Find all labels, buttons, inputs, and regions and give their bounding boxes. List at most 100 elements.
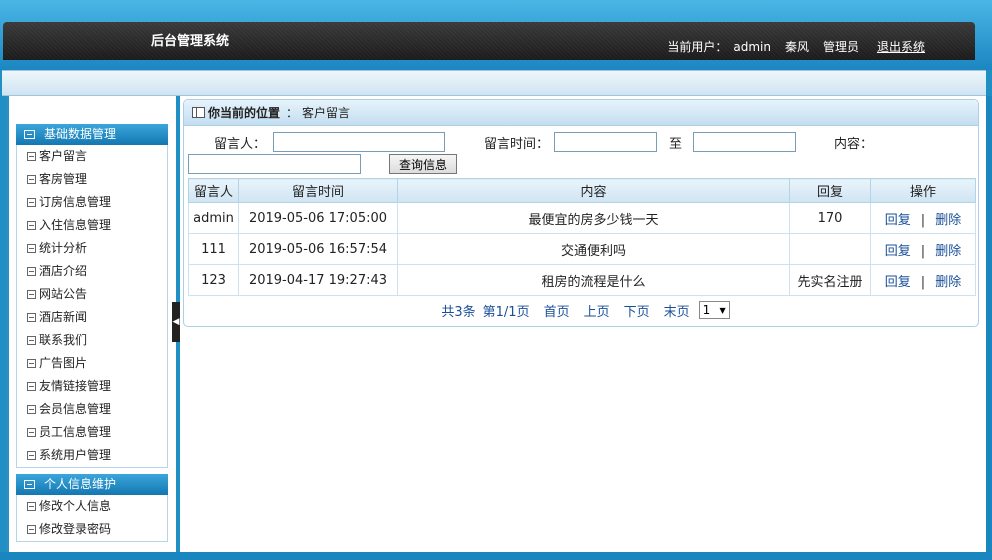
reply-link[interactable]: 回复 xyxy=(885,244,911,259)
sidebar-item-staff[interactable]: 员工信息管理 xyxy=(17,421,167,444)
bottom-frame xyxy=(0,552,992,560)
page-icon xyxy=(27,221,36,230)
username: admin xyxy=(733,40,771,54)
cell-author: admin xyxy=(188,202,239,234)
cell-time: 2019-05-06 16:57:54 xyxy=(238,233,398,265)
pager-first[interactable]: 首页 xyxy=(544,301,570,320)
page-icon xyxy=(27,405,36,414)
page-icon xyxy=(27,525,36,534)
sidebar-item-customer-messages[interactable]: 客户留言 xyxy=(17,145,167,168)
page-icon xyxy=(27,382,36,391)
page-select[interactable]: 1 ▼ xyxy=(698,301,730,319)
cell-author: 123 xyxy=(188,264,239,296)
page-icon xyxy=(27,502,36,511)
page-icon xyxy=(27,428,36,437)
logout-link[interactable]: 退出系统 xyxy=(877,40,925,54)
sidebar-item-label: 酒店新闻 xyxy=(39,310,88,324)
to-label: 至 xyxy=(669,137,683,152)
menu-group-personal: 个人信息维护 修改个人信息 修改登录密码 xyxy=(16,474,168,542)
time-to-input[interactable] xyxy=(693,132,796,152)
sidebar-item-statistics[interactable]: 统计分析 xyxy=(17,237,167,260)
breadcrumb-sep: ： xyxy=(286,105,299,120)
menu-list: 客户留言 客房管理 订房信息管理 入住信息管理 统计分析 酒店介绍 网站公告 酒… xyxy=(16,145,168,468)
delete-link[interactable]: 删除 xyxy=(935,213,961,228)
breadcrumb: 你当前的位置 ： 客户留言 xyxy=(184,100,978,126)
page-icon xyxy=(27,175,36,184)
sidebar-item-label: 广告图片 xyxy=(39,356,88,370)
pager-last[interactable]: 末页 xyxy=(664,301,690,320)
panel-icon xyxy=(24,480,35,489)
sidebar-item-label: 修改个人信息 xyxy=(39,499,112,513)
pager-next[interactable]: 下页 xyxy=(624,301,650,320)
table-header-row: 留言人 留言时间 内容 回复 操作 xyxy=(188,178,976,203)
sidebar-item-contact[interactable]: 联系我们 xyxy=(17,329,167,352)
sidebar-item-friend-links[interactable]: 友情链接管理 xyxy=(17,375,167,398)
table-row: 123 2019-04-17 19:27:43 租房的流程是什么 先实名注册 回… xyxy=(188,264,976,296)
sidebar-item-label: 会员信息管理 xyxy=(39,402,112,416)
menu-group-title: 个人信息维护 xyxy=(44,477,117,491)
triangle-left-icon: ◀ xyxy=(172,317,180,327)
top-frame: 后台管理系统 当前用户： admin 秦风 管理员 退出系统 xyxy=(0,0,992,70)
sidebar-item-edit-profile[interactable]: 修改个人信息 xyxy=(17,495,167,518)
sidebar-item-rooms[interactable]: 客房管理 xyxy=(17,168,167,191)
sidebar: 基础数据管理 客户留言 客房管理 订房信息管理 入住信息管理 统计分析 酒店介绍… xyxy=(6,96,176,552)
sidebar-item-label: 酒店介绍 xyxy=(39,264,88,278)
sidebar-item-label: 系统用户管理 xyxy=(39,448,112,462)
main-content: 你当前的位置 ： 客户留言 留言人： 留言时间： 至 内容： 查询信息 留言人 … xyxy=(180,96,986,552)
sidebar-item-members[interactable]: 会员信息管理 xyxy=(17,398,167,421)
sidebar-item-announcements[interactable]: 网站公告 xyxy=(17,283,167,306)
menu-group-title: 基础数据管理 xyxy=(44,127,117,141)
pager-prev[interactable]: 上页 xyxy=(584,301,610,320)
time-from-input[interactable] xyxy=(554,132,657,152)
page-icon xyxy=(27,290,36,299)
messages-table: 留言人 留言时间 内容 回复 操作 admin 2019-05-06 17:05… xyxy=(188,178,976,296)
delete-link[interactable]: 删除 xyxy=(935,275,961,290)
panel-icon xyxy=(24,130,35,139)
content-label: 内容： xyxy=(834,137,874,152)
table-row: admin 2019-05-06 17:05:00 最便宜的房多少钱一天 170… xyxy=(188,202,976,234)
sidebar-item-change-password[interactable]: 修改登录密码 xyxy=(17,518,167,541)
sidebar-item-label: 员工信息管理 xyxy=(39,425,112,439)
action-separator: | xyxy=(920,274,926,290)
sidebar-item-checkins[interactable]: 入住信息管理 xyxy=(17,214,167,237)
pagination: 共3条 第1/1页 首页 上页 下页 末页 1 ▼ xyxy=(184,296,980,324)
menu-list: 修改个人信息 修改登录密码 xyxy=(16,495,168,542)
sidebar-item-hotel-news[interactable]: 酒店新闻 xyxy=(17,306,167,329)
page-icon xyxy=(27,244,36,253)
page-icon xyxy=(27,267,36,276)
page-select-value: 1 xyxy=(702,303,711,317)
sidebar-item-label: 入住信息管理 xyxy=(39,218,112,232)
column-header-content: 内容 xyxy=(397,178,790,203)
sidebar-item-ad-images[interactable]: 广告图片 xyxy=(17,352,167,375)
sidebar-item-label: 友情链接管理 xyxy=(39,379,112,393)
reply-link[interactable]: 回复 xyxy=(885,275,911,290)
page-icon xyxy=(27,198,36,207)
sidebar-collapse-handle[interactable]: ◀ xyxy=(172,302,180,342)
cell-content: 最便宜的房多少钱一天 xyxy=(397,202,790,234)
delete-link[interactable]: 删除 xyxy=(935,244,961,259)
menu-group-header[interactable]: 个人信息维护 xyxy=(16,474,168,495)
sidebar-item-label: 客房管理 xyxy=(39,172,88,186)
page-icon xyxy=(27,451,36,460)
sidebar-item-system-users[interactable]: 系统用户管理 xyxy=(17,444,167,467)
sidebar-item-bookings[interactable]: 订房信息管理 xyxy=(17,191,167,214)
menu-group-basic-data: 基础数据管理 客户留言 客房管理 订房信息管理 入住信息管理 统计分析 酒店介绍… xyxy=(16,124,168,468)
time-label: 留言时间： xyxy=(484,137,550,152)
app-title: 后台管理系统 xyxy=(151,34,230,49)
sidebar-item-label: 修改登录密码 xyxy=(39,522,112,536)
cell-reply: 170 xyxy=(789,202,871,234)
right-frame xyxy=(986,96,992,552)
page-icon xyxy=(27,313,36,322)
header-bar: 后台管理系统 当前用户： admin 秦风 管理员 退出系统 xyxy=(3,22,975,60)
content-input[interactable] xyxy=(188,154,361,174)
cell-reply xyxy=(789,233,871,265)
author-input[interactable] xyxy=(273,132,445,152)
cell-time: 2019-04-17 19:27:43 xyxy=(238,264,398,296)
sidebar-item-hotel-intro[interactable]: 酒店介绍 xyxy=(17,260,167,283)
reply-link[interactable]: 回复 xyxy=(885,213,911,228)
search-button[interactable]: 查询信息 xyxy=(389,154,457,174)
chevron-down-icon: ▼ xyxy=(719,305,726,315)
menu-group-header[interactable]: 基础数据管理 xyxy=(16,124,168,145)
cell-content: 租房的流程是什么 xyxy=(397,264,790,296)
sidebar-item-label: 网站公告 xyxy=(39,287,88,301)
